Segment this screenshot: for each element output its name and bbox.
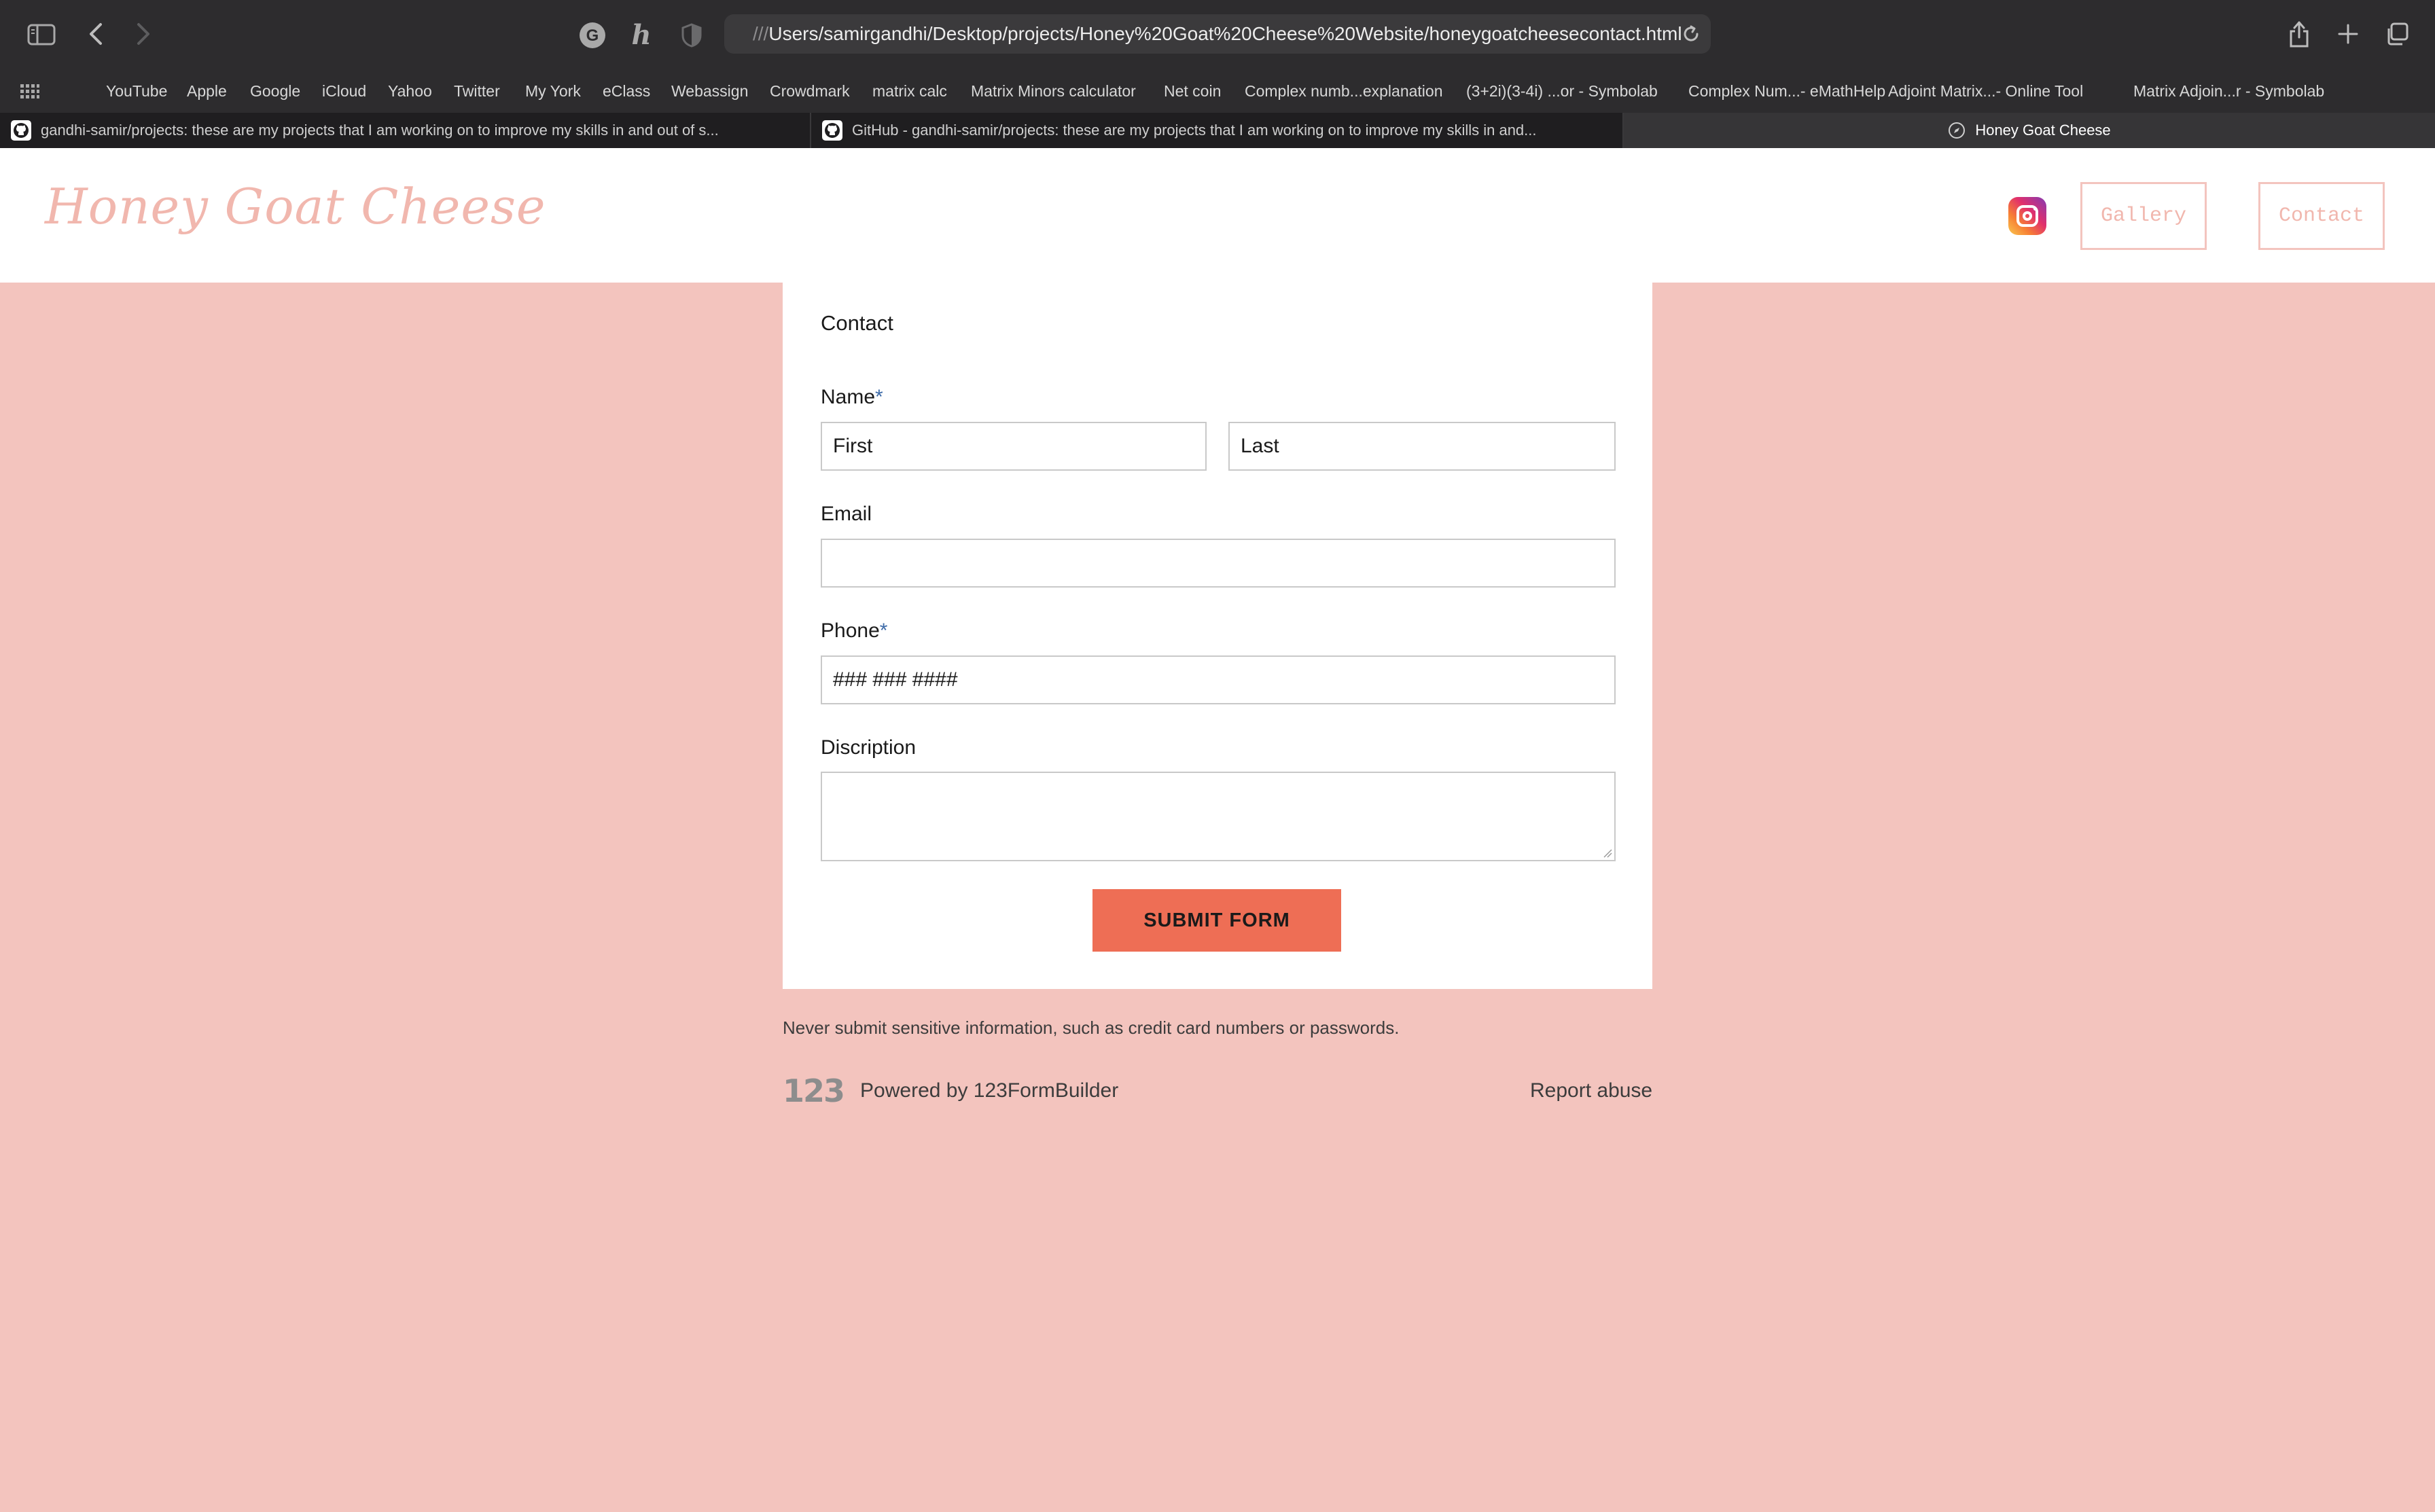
grammarly-icon[interactable]: G xyxy=(577,20,607,50)
bookmark-item[interactable]: matrix calc xyxy=(872,69,947,113)
bookmarks-bar: YouTube Apple Google iCloud Yahoo Twitte… xyxy=(0,69,2435,113)
bookmark-item[interactable]: My York xyxy=(525,69,581,113)
tab-honey-goat-cheese[interactable]: Honey Goat Cheese xyxy=(1624,113,2435,148)
last-name-input[interactable]: Last xyxy=(1228,422,1616,471)
nav-contact-button[interactable]: Contact xyxy=(2258,182,2385,250)
resize-handle-icon[interactable] xyxy=(1603,848,1612,858)
github-icon xyxy=(822,120,842,141)
powered-by[interactable]: 123 Powered by 123FormBuilder xyxy=(783,1073,1119,1109)
tab-github-projects[interactable]: gandhi-samir/projects: these are my proj… xyxy=(0,113,811,148)
phone-input[interactable]: ### ### #### xyxy=(821,655,1616,704)
description-label: Discription xyxy=(821,736,917,759)
bookmark-item[interactable]: Twitter xyxy=(454,69,500,113)
description-textarea[interactable] xyxy=(821,772,1616,861)
browser-toolbar: G h ///Users/samirgandhi/Desktop/project… xyxy=(0,0,2435,69)
tabs-overview-icon[interactable] xyxy=(2383,20,2411,48)
github-icon xyxy=(11,120,31,141)
contact-form: Contact Name* First Last Email Phone* ##… xyxy=(783,283,1652,989)
submit-form-button[interactable]: SUBMIT FORM xyxy=(1092,889,1341,952)
url-text: ///Users/samirgandhi/Desktop/projects/Ho… xyxy=(753,23,1682,44)
address-bar[interactable]: ///Users/samirgandhi/Desktop/projects/Ho… xyxy=(724,14,1711,54)
bookmark-item[interactable]: Complex numb...explanation xyxy=(1245,69,1443,113)
email-label: Email xyxy=(821,503,872,525)
tab-title: GitHub - gandhi-samir/projects: these ar… xyxy=(852,122,1537,139)
bookmark-item[interactable]: YouTube xyxy=(106,69,167,113)
site-logo[interactable]: Honey Goat Cheese xyxy=(45,178,546,235)
bookmark-item[interactable]: Crowdmark xyxy=(770,69,850,113)
bookmark-item[interactable]: Apple xyxy=(187,69,227,113)
compass-icon xyxy=(1948,122,1966,139)
instagram-icon[interactable] xyxy=(2008,197,2046,235)
nav-gallery-button[interactable]: Gallery xyxy=(2080,182,2207,250)
bookmark-item[interactable]: Google xyxy=(250,69,300,113)
sidebar-icon[interactable] xyxy=(26,22,57,48)
apps-grid-icon[interactable] xyxy=(20,84,39,99)
security-notice: Never submit sensitive information, such… xyxy=(783,1018,1400,1038)
report-abuse-link[interactable]: Report abuse xyxy=(1530,1077,1652,1104)
bookmark-item[interactable]: Matrix Minors calculator xyxy=(971,69,1136,113)
email-input[interactable] xyxy=(821,539,1616,588)
tab-title: gandhi-samir/projects: these are my proj… xyxy=(41,122,719,139)
bookmark-item[interactable]: Adjoint Matrix...- Online Tool xyxy=(1888,69,2083,113)
site-header: Honey Goat Cheese Gallery Contact xyxy=(0,148,2435,283)
bookmark-item[interactable]: iCloud xyxy=(322,69,366,113)
tab-title: Honey Goat Cheese xyxy=(1975,122,2111,139)
honey-icon[interactable]: h xyxy=(628,19,655,50)
new-tab-icon[interactable] xyxy=(2334,20,2362,48)
bookmark-item[interactable]: Matrix Adjoin...r - Symbolab xyxy=(2133,69,2324,113)
tab-strip: gandhi-samir/projects: these are my proj… xyxy=(0,113,2435,148)
first-name-input[interactable]: First xyxy=(821,422,1207,471)
svg-text:h: h xyxy=(631,20,651,50)
powered-by-text: Powered by 123FormBuilder xyxy=(860,1079,1119,1102)
bookmark-item[interactable]: Webassign xyxy=(671,69,748,113)
reload-icon[interactable] xyxy=(1681,24,1701,44)
svg-text:G: G xyxy=(586,26,599,45)
bookmark-item[interactable]: Yahoo xyxy=(388,69,432,113)
phone-label: Phone* xyxy=(821,619,888,642)
bookmark-item[interactable]: eClass xyxy=(603,69,650,113)
name-label: Name* xyxy=(821,386,883,408)
123formbuilder-logo: 123 xyxy=(783,1073,845,1109)
bookmark-item[interactable]: Net coin xyxy=(1164,69,1221,113)
back-icon[interactable] xyxy=(86,20,106,48)
form-title: Contact xyxy=(821,311,893,335)
forward-icon[interactable] xyxy=(133,20,154,48)
bookmark-item[interactable]: Complex Num...- eMathHelp xyxy=(1688,69,1885,113)
bookmark-item[interactable]: (3+2i)(3-4i) ...or - Symbolab xyxy=(1466,69,1658,113)
share-icon[interactable] xyxy=(2286,18,2313,50)
shield-icon[interactable] xyxy=(679,22,704,49)
tab-github-repo[interactable]: GitHub - gandhi-samir/projects: these ar… xyxy=(811,113,1624,148)
